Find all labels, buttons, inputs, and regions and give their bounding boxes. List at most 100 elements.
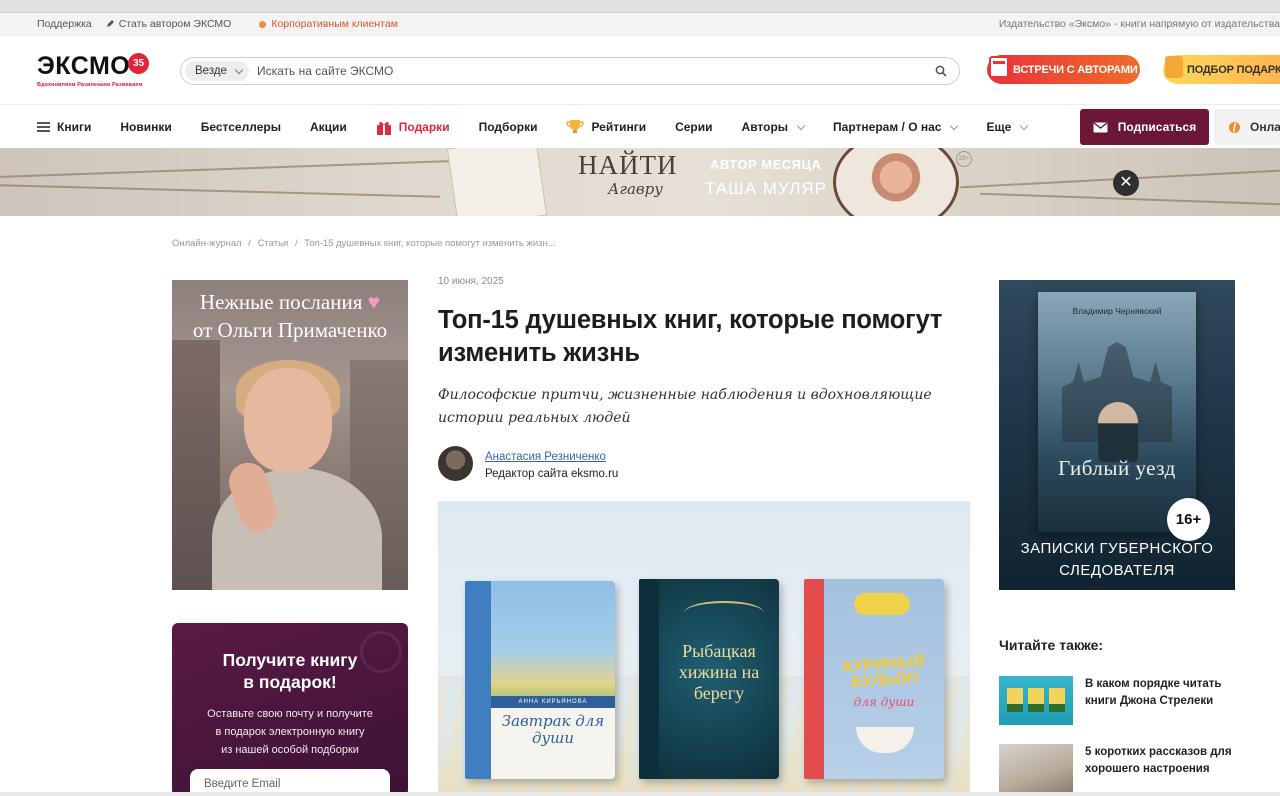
banner-author-name: ТАША МУЛЯР [705,179,827,198]
fish-illustration [684,601,764,625]
become-author-label: Стать автором ЭКСМО [118,18,232,30]
chevron-down-icon [796,121,806,130]
right-ad-caption: ЗАПИСКИ ГУБЕРНСКОГО СЛЕДОВАТЕЛЯ [999,538,1235,582]
support-link[interactable]: Поддержка [37,18,92,30]
ad-book-author: Владимир Чернявский [1072,306,1162,316]
gift-card-desc-line3: из нашей особой подборки [221,744,359,756]
right-ad-banner[interactable]: Владимир Чернявский Гиблый уезд 16+ ЗАПИ… [999,280,1235,590]
left-ad-line1: Нежные послания [199,290,363,314]
breadcrumb-separator: / [295,238,298,249]
book-title: Завтрак для души [501,712,605,747]
book-spine [465,581,491,779]
left-ad-line2: от Ольги Примаченко [192,318,388,342]
gift-card-title-line2: в подарок! [243,672,337,692]
nav-item-more[interactable]: Еще [986,120,1029,134]
breadcrumb-item[interactable]: Статьи [258,238,289,249]
nav-item-bestsellers[interactable]: Бестселлеры [201,120,281,134]
nav-item-collections[interactable]: Подборки [479,120,538,134]
author-of-month-banner[interactable]: НАЙТИ Агаврy АВТОР МЕСЯЦА ТАША МУЛЯР 18+… [0,148,1280,216]
nav-item-label: Подборки [478,120,538,134]
related-title: 5 коротких рассказов для хорошего настро… [1085,746,1232,775]
thumb-book [1028,688,1044,712]
author-role: Редактор сайта eksmo.ru [485,468,619,480]
horizontal-scrollbar[interactable] [0,792,1280,796]
avatar[interactable] [438,446,473,481]
logo-anniversary-badge: 35 [128,53,149,74]
chevron-down-icon [950,121,959,130]
nav-item-gifts[interactable]: Подарки [376,120,450,135]
eksmo-logo[interactable]: ЭКСМО 35 Вдохновляем Развлекаем Развивае… [37,52,149,88]
thumb-book [1049,688,1065,712]
gift-box-icon [376,121,391,135]
become-author-link[interactable]: Стать автором ЭКСМО [106,18,246,30]
nav-item-books[interactable]: Книги [37,120,91,134]
nav-item-authors[interactable]: Авторы [742,120,806,134]
right-ad-caption-line1: ЗАПИСКИ ГУБЕРНСКОГО [1020,540,1214,557]
search-scope-select[interactable]: Везде [185,61,249,81]
site-header: ЭКСМО 35 Вдохновляем Развлекаем Развивае… [0,37,1280,105]
breadcrumb-separator: / [248,238,251,249]
left-ad-text: Нежные послания ♥ от Ольги Примаченко [172,288,408,344]
left-ad-banner[interactable]: Нежные послания ♥ от Ольги Примаченко [172,280,408,590]
nav-item-label: Серии [675,120,713,134]
related-article[interactable]: 5 коротких рассказов для хорошего настро… [999,744,1239,794]
book-title-line2: для души [853,695,915,709]
nav-item-label: Новинки [120,120,172,134]
gift-icon [1165,56,1183,78]
book-cover: КУРИНЫЙ БУЛЬОН для души [804,579,944,779]
character-illustration [1098,402,1138,462]
online-button[interactable]: Онла [1214,109,1280,145]
related-article[interactable]: В каком порядке читать книги Джона Стрел… [999,676,1239,726]
corporate-icon [259,20,267,28]
gift-selection-label: ПОДБОР ПОДАРКА [1187,63,1280,76]
pen-icon [106,20,114,27]
nav-item-label: Подарки [398,120,450,134]
corporate-link[interactable]: Корпоративным клиентам [259,18,412,30]
logo-wordmark: ЭКСМО [37,52,131,80]
nav-item-sales[interactable]: Акции [310,120,347,134]
flame-icon [1229,122,1240,133]
search-bar: Везде [180,57,960,85]
online-label: Онла [1250,120,1280,134]
publisher-tagline: Издательство «Эксмо» - книги напрямую от… [998,18,1280,30]
book-cover: АННА КИРЬЯНОВА Завтрак для души [465,581,615,779]
gift-selection-button[interactable]: ПОДБОР ПОДАРКА [1163,55,1280,84]
book-title: КУРИНЫЙ БУЛЬОН [841,653,925,692]
article-title: Топ-15 душевных книг, которые помогут из… [438,306,943,367]
breadcrumb-item[interactable]: Онлайн-журнал [172,238,242,249]
search-scope-label: Везде [195,65,227,77]
author-meetings-label: ВСТРЕЧИ С АВТОРАМИ [1013,63,1138,76]
author-name-link[interactable]: Анастасия Резниченко [485,451,606,463]
banner-decor [0,184,440,198]
calendar-icon [989,56,1009,78]
related-thumbnail [999,676,1073,725]
banner-book-image [446,148,548,216]
card-decor [360,631,402,673]
chevron-down-icon [1020,121,1029,130]
menu-icon [37,122,50,132]
subscribe-button[interactable]: Подписаться [1080,109,1209,145]
gift-card-description: Оставьте свою почту и получите в подарок… [172,705,408,759]
logo-tagline: Вдохновляем Развлекаем Развиваем [37,82,143,88]
close-icon[interactable]: ✕ [1113,170,1139,196]
nav-item-label: Партнерам / О нас [833,120,942,134]
breadcrumb: Онлайн-журнал / Статьи / Топ-15 душевных… [172,238,560,249]
ad-person-face [244,368,332,472]
nav-item-label: Акции [309,120,347,134]
trophy-icon [566,120,585,133]
related-thumbnail [999,744,1073,793]
search-input[interactable] [257,62,907,80]
search-icon[interactable] [935,65,947,77]
subscribe-label: Подписаться [1117,120,1197,134]
nav-item-label: Рейтинги [591,120,647,134]
nav-item-label: Бестселлеры [200,120,281,134]
read-also-heading: Читайте также: [999,637,1104,653]
article-hero-image: АННА КИРЬЯНОВА Завтрак для души Рыбацкая… [438,501,970,796]
nav-item-series[interactable]: Серии [675,120,712,134]
nav-item-partners[interactable]: Партнерам / О нас [833,120,959,134]
utility-bar: Поддержка Стать автором ЭКСМО Корпоратив… [0,13,1280,37]
author-meetings-button[interactable]: ВСТРЕЧИ С АВТОРАМИ [987,55,1140,84]
nav-item-new[interactable]: Новинки [120,120,171,134]
nav-item-ratings[interactable]: Рейтинги [566,119,646,135]
gift-subscription-card: Получите книгу в подарок! Оставьте свою … [172,623,408,796]
